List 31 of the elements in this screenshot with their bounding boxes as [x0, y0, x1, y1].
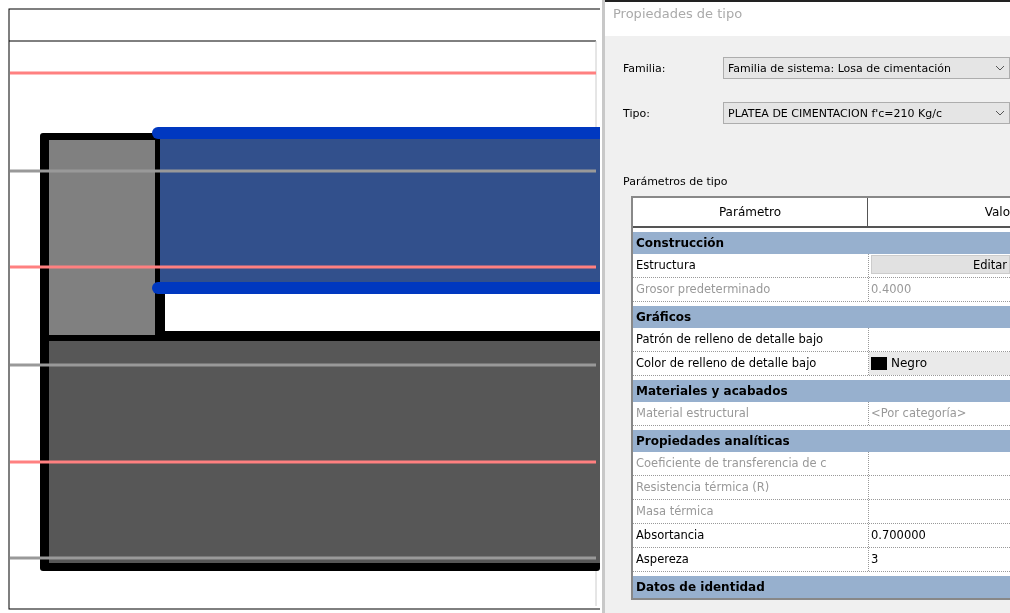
column-header: Valo [983, 204, 1010, 221]
parameter-cell: Resistencia térmica (R) [633, 476, 869, 499]
dropdown-field[interactable]: Familia de sistema: Losa de cimentación [723, 57, 1010, 79]
color-name: Negro [891, 355, 927, 372]
caret-icon [995, 65, 1005, 71]
parameter-cell: Material estructural [633, 402, 869, 425]
group-header[interactable]: Gráficos [633, 306, 1010, 328]
parameter-cell: Absortancia [633, 524, 869, 547]
parameter-cell: Masa térmica [633, 500, 869, 523]
parameter-cell: Coeficiente de transferencia de c [633, 452, 869, 475]
field-label: Familia: [623, 61, 667, 75]
color-value-cell[interactable]: Negro [869, 352, 1010, 375]
value-cell-text: 0.700000 [870, 527, 927, 544]
dropdown-field[interactable]: PLATEA DE CIMENTACION f'c=210 Kg/c [723, 102, 1010, 124]
parameter-cell: Estructura [633, 254, 869, 277]
dialog-title: Propiedades de tipo [612, 5, 744, 21]
group-header[interactable]: Propiedades analíticas [633, 430, 1010, 452]
caret-icon [995, 110, 1005, 116]
column-header: Parámetro [633, 198, 868, 226]
edit-button[interactable]: Editar [871, 255, 1010, 274]
value-cell-text: <Por categoría> [870, 405, 968, 422]
parameter-cell: Grosor predeterminado [633, 278, 869, 301]
group-header[interactable]: Materiales y acabados [633, 380, 1010, 402]
section-label: Parámetros de tipo [623, 175, 729, 188]
value-cell-text: 0.4000 [870, 281, 913, 298]
parameter-cell: Patrón de relleno de detalle bajo [633, 328, 869, 351]
group-header[interactable]: Datos de identidad [633, 576, 1010, 598]
field-label: Tipo: [623, 106, 651, 120]
value-cell-text: 3 [870, 551, 880, 568]
parameter-cell: Aspereza [633, 548, 869, 571]
group-header[interactable]: Construcción [633, 232, 1010, 254]
